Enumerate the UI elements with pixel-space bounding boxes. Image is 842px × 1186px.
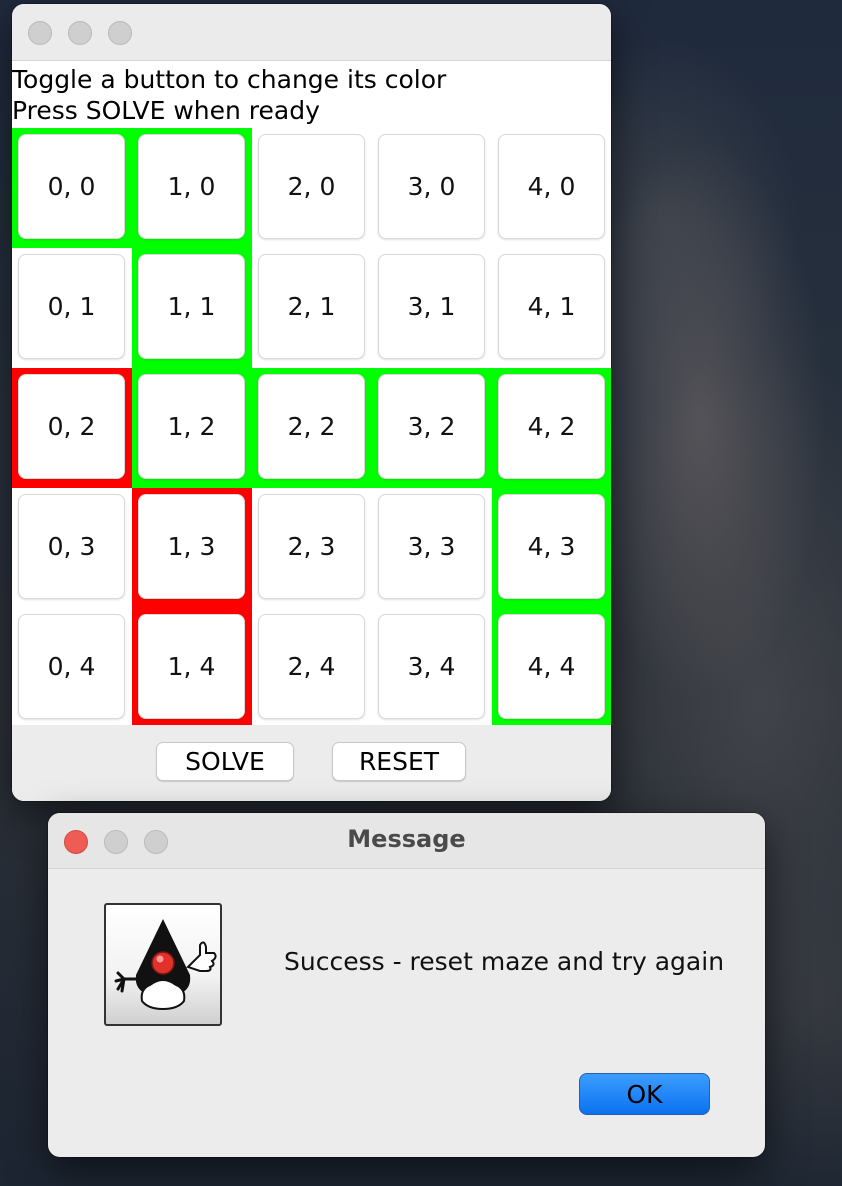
grid-cell: 0, 1 — [12, 248, 132, 368]
grid-toggle-button[interactable]: 4, 2 — [498, 374, 605, 479]
grid-cell: 2, 2 — [252, 368, 372, 488]
grid-toggle-button[interactable]: 3, 1 — [378, 254, 485, 359]
grid-toggle-button[interactable]: 1, 4 — [138, 614, 245, 719]
grid-toggle-button[interactable]: 2, 3 — [258, 494, 365, 599]
grid-cell: 3, 2 — [372, 368, 492, 488]
grid-toggle-button[interactable]: 3, 3 — [378, 494, 485, 599]
grid-cell: 3, 0 — [372, 128, 492, 248]
grid-cell: 2, 3 — [252, 488, 372, 608]
instruction-line: Toggle a button to change its color — [12, 65, 447, 94]
grid-toggle-button[interactable]: 1, 2 — [138, 374, 245, 479]
zoom-icon[interactable] — [108, 21, 132, 45]
grid-toggle-button[interactable]: 2, 0 — [258, 134, 365, 239]
grid-toggle-button[interactable]: 2, 2 — [258, 374, 365, 479]
grid-toggle-button[interactable]: 3, 4 — [378, 614, 485, 719]
grid-cell: 4, 3 — [492, 488, 611, 608]
grid-cell: 0, 2 — [12, 368, 132, 488]
grid-toggle-button[interactable]: 3, 2 — [378, 374, 485, 479]
close-icon[interactable] — [28, 21, 52, 45]
grid-cell: 4, 2 — [492, 368, 611, 488]
maze-grid: 0, 0 1, 0 2, 0 3, 0 4, 0 0, 1 1, 1 2, 1 3, 1 4, 1… — [12, 128, 611, 728]
grid-cell: 1, 1 — [132, 248, 252, 368]
grid-toggle-button[interactable]: 0, 0 — [18, 134, 125, 239]
grid-cell: 0, 3 — [12, 488, 132, 608]
grid-cell: 2, 1 — [252, 248, 372, 368]
ok-button[interactable]: OK — [579, 1073, 710, 1115]
maze-window-titlebar[interactable] — [12, 4, 611, 61]
maze-window: Toggle a button to change its color Pres… — [12, 4, 611, 801]
grid-cell: 0, 4 — [12, 608, 132, 728]
reset-button[interactable]: RESET — [332, 742, 466, 781]
grid-cell: 1, 4 — [132, 608, 252, 728]
dialog-title: Message — [347, 825, 466, 853]
grid-toggle-button[interactable]: 3, 0 — [378, 134, 485, 239]
solve-button[interactable]: SOLVE — [156, 742, 294, 781]
grid-toggle-button[interactable]: 4, 3 — [498, 494, 605, 599]
grid-toggle-button[interactable]: 0, 2 — [18, 374, 125, 479]
instruction-line: Press SOLVE when ready — [12, 96, 320, 125]
grid-toggle-button[interactable]: 1, 0 — [138, 134, 245, 239]
grid-toggle-button[interactable]: 4, 0 — [498, 134, 605, 239]
grid-cell: 3, 4 — [372, 608, 492, 728]
grid-cell: 4, 1 — [492, 248, 611, 368]
grid-cell: 4, 0 — [492, 128, 611, 248]
grid-cell: 4, 4 — [492, 608, 611, 728]
grid-toggle-button[interactable]: 4, 4 — [498, 614, 605, 719]
grid-toggle-button[interactable]: 2, 1 — [258, 254, 365, 359]
grid-toggle-button[interactable]: 1, 3 — [138, 494, 245, 599]
button-bar: SOLVE RESET — [12, 725, 611, 801]
grid-toggle-button[interactable]: 4, 1 — [498, 254, 605, 359]
dialog-message: Success - reset maze and try again — [284, 947, 725, 976]
grid-toggle-button[interactable]: 1, 1 — [138, 254, 245, 359]
grid-cell: 2, 4 — [252, 608, 372, 728]
instructions: Toggle a button to change its color Pres… — [12, 64, 611, 126]
message-dialog-titlebar[interactable]: Message — [48, 813, 765, 869]
grid-toggle-button[interactable]: 2, 4 — [258, 614, 365, 719]
java-duke-icon — [104, 903, 222, 1026]
grid-cell: 3, 1 — [372, 248, 492, 368]
grid-toggle-button[interactable]: 0, 4 — [18, 614, 125, 719]
grid-cell: 0, 0 — [12, 128, 132, 248]
minimize-icon[interactable] — [68, 21, 92, 45]
grid-cell: 2, 0 — [252, 128, 372, 248]
grid-cell: 3, 3 — [372, 488, 492, 608]
grid-toggle-button[interactable]: 0, 1 — [18, 254, 125, 359]
message-dialog: Message Success - reset maze and try aga… — [48, 813, 765, 1157]
grid-cell: 1, 2 — [132, 368, 252, 488]
grid-cell: 1, 3 — [132, 488, 252, 608]
grid-cell: 1, 0 — [132, 128, 252, 248]
grid-toggle-button[interactable]: 0, 3 — [18, 494, 125, 599]
